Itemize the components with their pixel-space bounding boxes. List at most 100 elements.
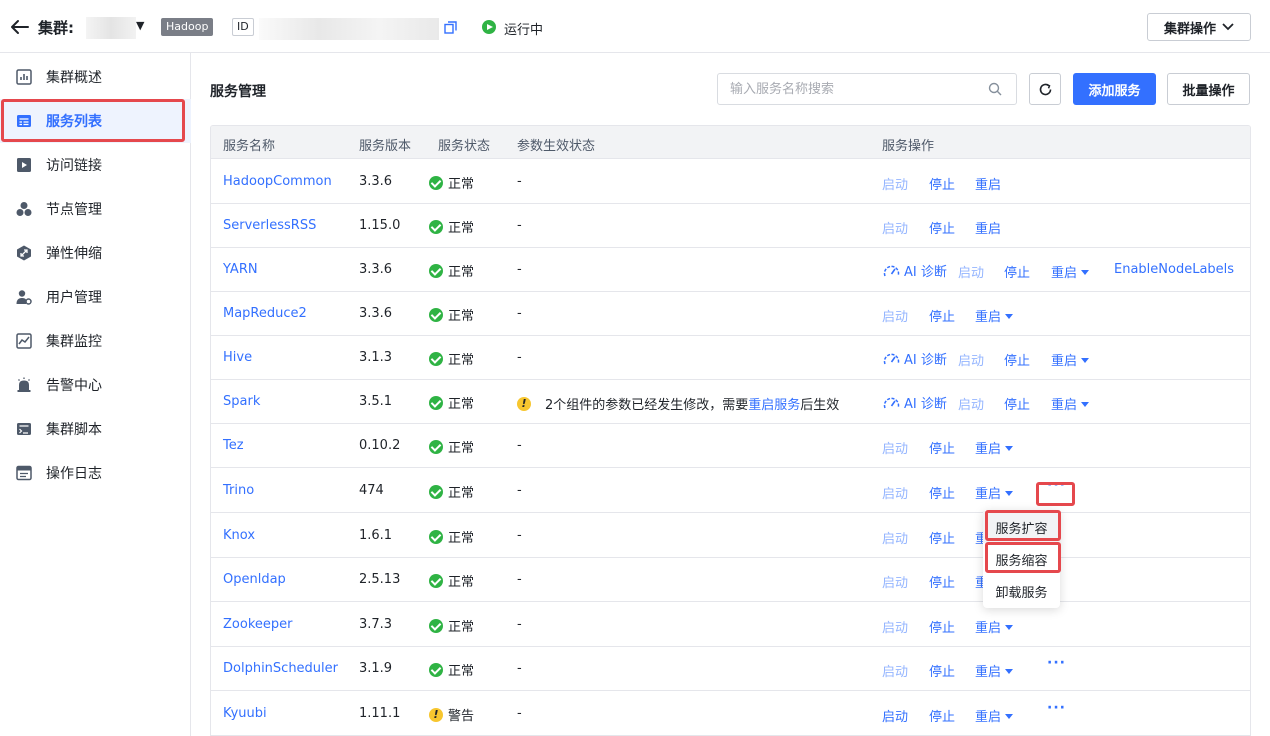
- start-button[interactable]: 启动: [882, 174, 908, 193]
- copy-icon[interactable]: [444, 21, 457, 34]
- sidebar-item-logs[interactable]: 操作日志: [0, 451, 191, 495]
- restart-dropdown[interactable]: 重启: [975, 306, 1014, 325]
- param-warning-prefix: 2个组件的参数已经发生修改，需要: [545, 398, 749, 413]
- status-text: 正常: [448, 221, 475, 236]
- start-button[interactable]: 启动: [882, 528, 908, 547]
- restart-label: 重启: [975, 665, 1002, 680]
- ai-diagnose-button[interactable]: AI 诊断: [883, 349, 947, 368]
- stop-button[interactable]: 停止: [929, 706, 955, 725]
- restart-dropdown[interactable]: 重启: [975, 617, 1014, 636]
- table-row: ServerlessRSS 1.15.0 正常 - 启动 停止 重启: [211, 204, 1250, 248]
- service-name-link[interactable]: YARN: [223, 262, 258, 277]
- stop-button[interactable]: 停止: [1004, 350, 1030, 369]
- sidebar-item-overview[interactable]: 集群概述: [0, 55, 191, 99]
- check-circle-icon: [429, 484, 443, 499]
- service-name-link[interactable]: Tez: [223, 438, 244, 453]
- caret-down-icon: [1005, 446, 1014, 451]
- restart-dropdown[interactable]: 重启: [975, 438, 1014, 457]
- service-status: 正常: [429, 349, 474, 368]
- stop-button[interactable]: 停止: [1004, 394, 1030, 413]
- more-actions-button[interactable]: ···: [1047, 655, 1066, 671]
- restart-dropdown[interactable]: 重启: [1051, 262, 1090, 281]
- start-button[interactable]: 启动: [958, 394, 984, 413]
- start-button[interactable]: 启动: [958, 262, 984, 281]
- service-name-link[interactable]: Kyuubi: [223, 706, 267, 721]
- table-row: Kyuubi 1.11.1 ! 警告 - 启动 停止 重启 ···: [211, 692, 1250, 736]
- sidebar-item-autoscaling[interactable]: 弹性伸缩: [0, 231, 191, 275]
- restart-dropdown[interactable]: 重启: [975, 661, 1014, 680]
- service-name-link[interactable]: Knox: [223, 528, 255, 543]
- service-status: 正常: [429, 571, 474, 590]
- bar-chart-icon: [16, 69, 32, 85]
- ai-diagnose-button[interactable]: AI 诊断: [883, 393, 947, 412]
- stop-button[interactable]: 停止: [929, 218, 955, 237]
- more-actions-button[interactable]: ···: [1047, 700, 1066, 716]
- restart-button[interactable]: 重启: [975, 218, 1001, 237]
- enable-node-labels-button[interactable]: EnableNodeLabels: [1114, 262, 1234, 277]
- column-header-version: 服务版本: [359, 139, 412, 154]
- stop-button[interactable]: 停止: [1004, 262, 1030, 281]
- restart-button[interactable]: 重启: [975, 174, 1001, 193]
- cluster-name-redacted: [86, 17, 136, 39]
- start-button[interactable]: 启动: [882, 572, 908, 591]
- back-arrow-icon[interactable]: [10, 17, 30, 37]
- more-actions-menu: 服务扩容 服务缩容 卸载服务: [983, 510, 1060, 608]
- ai-diagnose-button[interactable]: AI 诊断: [883, 261, 947, 280]
- start-button[interactable]: 启动: [882, 218, 908, 237]
- stop-button[interactable]: 停止: [929, 306, 955, 325]
- service-name-link[interactable]: ServerlessRSS: [223, 218, 316, 233]
- service-name-link[interactable]: Zookeeper: [223, 617, 292, 632]
- service-name-link[interactable]: Hive: [223, 350, 252, 365]
- stop-button[interactable]: 停止: [929, 483, 955, 502]
- sidebar-item-nodes[interactable]: 节点管理: [0, 187, 191, 231]
- stop-button[interactable]: 停止: [929, 572, 955, 591]
- menu-item-scale-in[interactable]: 服务缩容: [983, 543, 1060, 575]
- start-button[interactable]: 启动: [882, 706, 908, 725]
- start-button[interactable]: 启动: [882, 617, 908, 636]
- restart-dropdown[interactable]: 重启: [975, 706, 1014, 725]
- refresh-button[interactable]: [1029, 73, 1061, 105]
- restart-dropdown[interactable]: 重启: [975, 483, 1014, 502]
- sidebar-item-users[interactable]: 用户管理: [0, 275, 191, 319]
- service-status: 正常: [429, 173, 474, 192]
- menu-item-uninstall[interactable]: 卸载服务: [983, 575, 1060, 607]
- sidebar-item-label: 访问链接: [46, 158, 102, 174]
- check-circle-icon: [429, 395, 443, 410]
- menu-item-scale-out[interactable]: 服务扩容: [983, 511, 1060, 543]
- stop-button[interactable]: 停止: [929, 174, 955, 193]
- stop-button[interactable]: 停止: [929, 661, 955, 680]
- check-circle-icon: [429, 263, 443, 278]
- start-button[interactable]: 启动: [882, 306, 908, 325]
- start-button[interactable]: 启动: [958, 350, 984, 369]
- service-name-link[interactable]: HadoopCommon: [223, 174, 332, 189]
- stop-button[interactable]: 停止: [929, 438, 955, 457]
- sidebar-item-scripts[interactable]: 集群脚本: [0, 407, 191, 451]
- param-warning-text: 2个组件的参数已经发生修改，需要重启服务后生效: [545, 394, 839, 413]
- add-service-button[interactable]: 添加服务: [1073, 73, 1156, 105]
- restart-dropdown[interactable]: 重启: [1051, 350, 1090, 369]
- service-name-link[interactable]: Trino: [223, 483, 254, 498]
- cluster-dropdown-caret-icon[interactable]: ▼: [136, 19, 144, 32]
- service-name-link[interactable]: Spark: [223, 394, 260, 409]
- start-button[interactable]: 启动: [882, 483, 908, 502]
- cluster-ops-button[interactable]: 集群操作: [1147, 13, 1251, 41]
- stop-button[interactable]: 停止: [929, 528, 955, 547]
- start-button[interactable]: 启动: [882, 438, 908, 457]
- search-input[interactable]: [717, 73, 1017, 105]
- sidebar-item-alarms[interactable]: 告警中心: [0, 363, 191, 407]
- restart-dropdown[interactable]: 重启: [1051, 394, 1090, 413]
- sidebar-item-access-links[interactable]: 访问链接: [0, 143, 191, 187]
- sidebar-item-monitoring[interactable]: 集群监控: [0, 319, 191, 363]
- stop-button[interactable]: 停止: [929, 617, 955, 636]
- start-button[interactable]: 启动: [882, 661, 908, 680]
- search-icon[interactable]: [988, 82, 1002, 96]
- service-name-link[interactable]: MapReduce2: [223, 306, 307, 321]
- more-actions-button[interactable]: ···: [1047, 477, 1066, 493]
- check-circle-icon: [429, 618, 443, 633]
- service-name-link[interactable]: Openldap: [223, 572, 286, 587]
- service-name-link[interactable]: DolphinScheduler: [223, 661, 338, 676]
- batch-operation-button[interactable]: 批量操作: [1167, 73, 1250, 105]
- sidebar-item-service-list[interactable]: 服务列表: [0, 99, 191, 143]
- restart-service-link[interactable]: 重启服务: [748, 398, 800, 413]
- sidebar-item-label: 操作日志: [46, 466, 102, 482]
